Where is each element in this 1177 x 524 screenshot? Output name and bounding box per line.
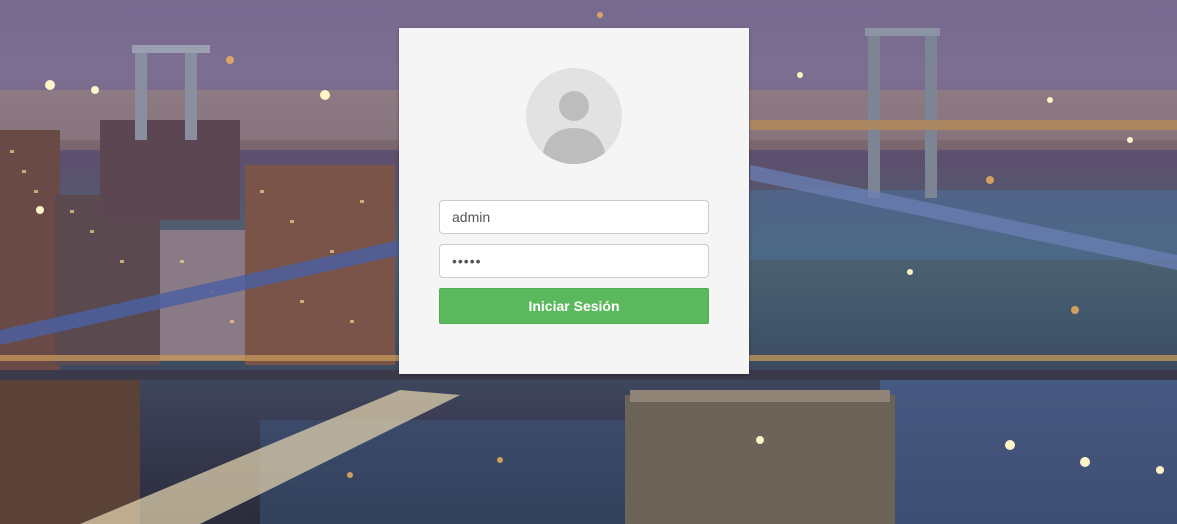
login-button[interactable]: Iniciar Sesión <box>439 288 709 324</box>
password-input[interactable] <box>439 244 709 278</box>
user-avatar-icon <box>526 68 622 164</box>
login-card: Iniciar Sesión <box>399 28 749 374</box>
username-input[interactable] <box>439 200 709 234</box>
